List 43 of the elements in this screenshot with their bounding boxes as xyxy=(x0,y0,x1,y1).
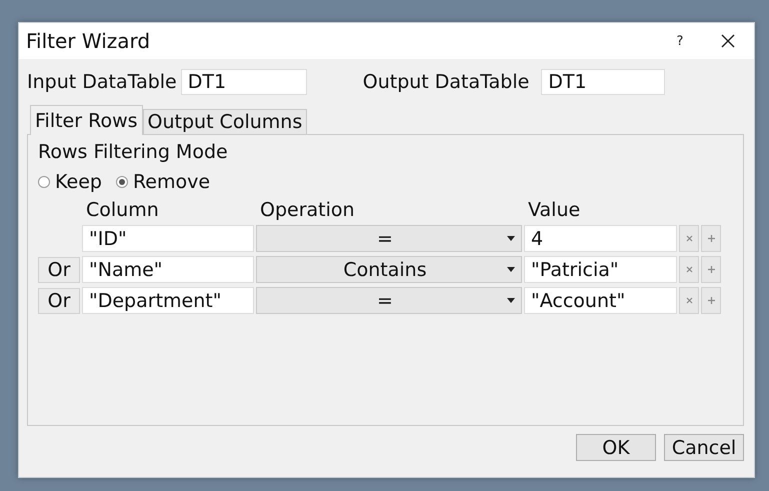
dialog-button[interactable]: Cancel xyxy=(664,434,744,461)
field-label: Output DataTable xyxy=(362,71,530,93)
add-button[interactable] xyxy=(701,287,721,314)
close-icon xyxy=(686,266,692,273)
operation-dropdown[interactable]: Contains xyxy=(256,256,522,283)
column-header: Value xyxy=(527,199,582,221)
tab[interactable]: Filter Rows xyxy=(30,105,143,135)
dropdown-arrow-icon xyxy=(507,267,515,272)
add-button[interactable] xyxy=(701,225,721,252)
value-field[interactable]: "Account" xyxy=(524,287,677,314)
input-field[interactable]: DT1 xyxy=(541,69,666,95)
or-button[interactable]: Or xyxy=(38,256,80,282)
add-button[interactable] xyxy=(701,256,721,283)
column-field[interactable]: "Name" xyxy=(82,256,254,283)
or-button[interactable]: Or xyxy=(38,288,80,314)
input-field[interactable]: DT1 xyxy=(180,69,307,95)
remove-button[interactable] xyxy=(679,256,699,283)
close-icon xyxy=(721,34,735,48)
column-header: Column xyxy=(85,199,160,221)
plus-icon xyxy=(708,297,714,304)
dropdown-arrow-icon xyxy=(507,298,515,303)
tab[interactable]: Output Columns xyxy=(142,109,308,135)
plus-icon xyxy=(708,266,714,273)
column-field[interactable]: "ID" xyxy=(82,225,254,252)
operation-dropdown[interactable]: = xyxy=(256,225,522,252)
value-field[interactable]: "Patricia" xyxy=(524,256,677,283)
operation-dropdown[interactable]: = xyxy=(256,287,522,314)
plus-icon xyxy=(708,235,714,242)
field-label: Input DataTable xyxy=(27,71,177,93)
dropdown-arrow-icon xyxy=(507,236,515,241)
radio-option[interactable]: Keep xyxy=(38,171,102,193)
column-field[interactable]: "Department" xyxy=(82,287,254,314)
window-title: Filter Wizard xyxy=(26,29,152,53)
value-field[interactable]: 4 xyxy=(524,225,677,252)
dialog-button[interactable]: OK xyxy=(576,434,656,461)
help-button[interactable]: ? xyxy=(666,27,694,55)
radio-option[interactable]: Remove xyxy=(116,171,210,193)
section-title: Rows Filtering Mode xyxy=(38,141,229,163)
column-header: Operation xyxy=(259,199,356,221)
remove-button[interactable] xyxy=(679,287,699,314)
close-icon xyxy=(686,235,692,242)
close-icon xyxy=(686,297,692,304)
remove-button[interactable] xyxy=(679,225,699,252)
